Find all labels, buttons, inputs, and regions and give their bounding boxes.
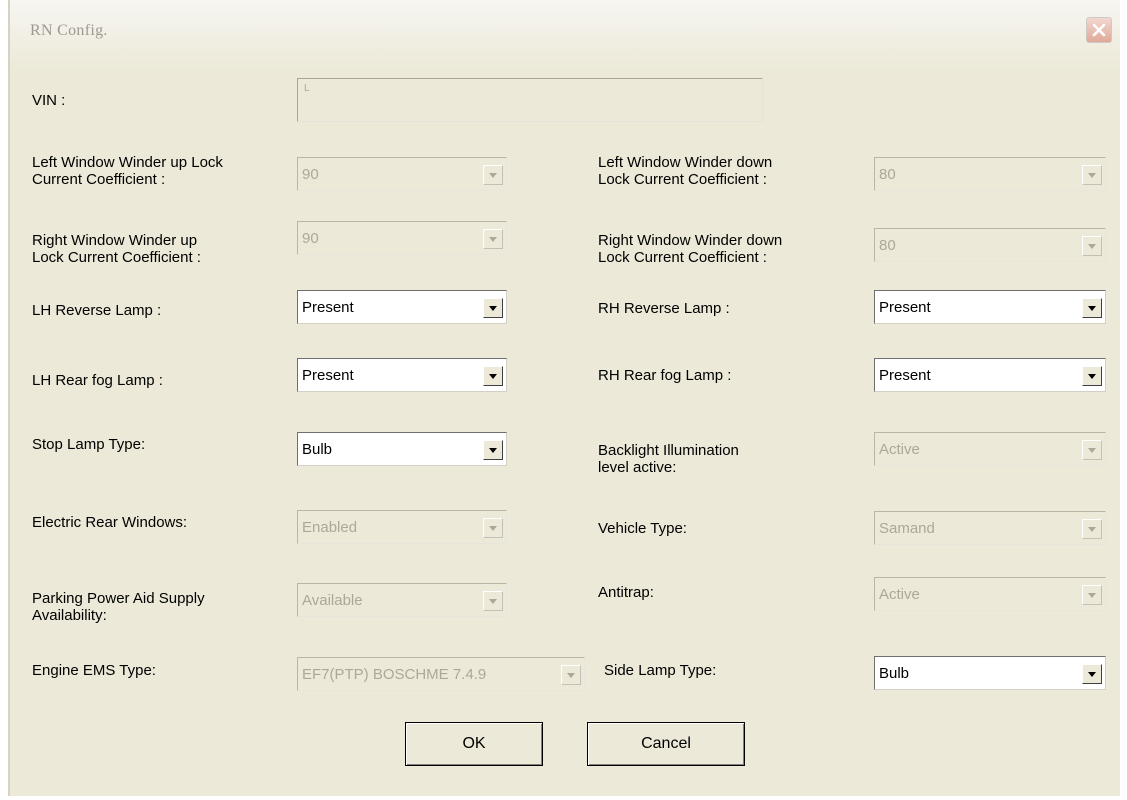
lh-up-lock-value: 90 (302, 166, 319, 183)
chevron-down-icon[interactable] (483, 298, 503, 318)
window-title: RN Config. (30, 22, 108, 39)
antitrap-select[interactable]: Active (874, 577, 1106, 611)
rh-down-lock-value: 80 (879, 237, 896, 254)
lh-up-lock-label: Left Window Winder up Lock Current Coeff… (32, 154, 223, 188)
chevron-down-icon[interactable] (1082, 165, 1102, 185)
parking-power-aid-select[interactable]: Available (297, 583, 507, 617)
chevron-down-icon[interactable] (483, 440, 503, 460)
electric-rear-windows-select[interactable]: Enabled (297, 510, 507, 544)
side-lamp-type-label: Side Lamp Type: (604, 662, 717, 679)
lh-down-lock-select[interactable]: 80 (874, 157, 1106, 191)
rh-rear-fog-lamp-select[interactable]: Present (874, 358, 1106, 392)
lh-reverse-lamp-select[interactable]: Present (297, 290, 507, 324)
vin-field[interactable]: L (297, 78, 763, 122)
side-lamp-type-value: Bulb (879, 665, 910, 682)
vin-label: VIN : (32, 92, 66, 109)
chevron-down-icon[interactable] (1082, 519, 1102, 539)
rh-up-lock-label: Right Window Winder up Lock Current Coef… (32, 232, 201, 266)
chevron-down-icon[interactable] (483, 229, 503, 249)
ok-button[interactable]: OK (405, 722, 543, 766)
antitrap-label: Antitrap: (598, 584, 654, 601)
lh-reverse-lamp-label: LH Reverse Lamp : (32, 302, 162, 319)
rh-reverse-lamp-value: Present (879, 299, 931, 316)
rn-config-dialog: RN Config. VIN : L Left Window Winder up… (8, 0, 1120, 796)
rh-up-lock-select[interactable]: 90 (297, 221, 507, 255)
engine-ems-type-label: Engine EMS Type: (32, 662, 156, 679)
vehicle-type-select[interactable]: Samand (874, 511, 1106, 545)
title-bar: RN Config. (10, 0, 1120, 70)
rh-down-lock-select[interactable]: 80 (874, 228, 1106, 262)
lh-down-lock-label: Left Window Winder down Lock Current Coe… (598, 154, 773, 188)
electric-rear-windows-value: Enabled (302, 519, 358, 536)
chevron-down-icon[interactable] (1082, 298, 1102, 318)
electric-rear-windows-label: Electric Rear Windows: (32, 514, 188, 531)
stop-lamp-type-select[interactable]: Bulb (297, 432, 507, 466)
lh-rear-fog-lamp-select[interactable]: Present (297, 358, 507, 392)
chevron-down-icon[interactable] (1082, 366, 1102, 386)
rh-up-lock-value: 90 (302, 230, 319, 247)
vin-value: L (304, 83, 310, 94)
backlight-illumination-value: Active (879, 441, 920, 458)
chevron-down-icon[interactable] (1082, 585, 1102, 605)
engine-ems-type-value: EF7(PTP) BOSCHME 7.4.9 (302, 666, 487, 683)
chevron-down-icon[interactable] (1082, 440, 1102, 460)
chevron-down-icon[interactable] (561, 665, 581, 685)
side-lamp-type-select[interactable]: Bulb (874, 656, 1106, 690)
chevron-down-icon[interactable] (483, 165, 503, 185)
chevron-down-icon[interactable] (483, 591, 503, 611)
rh-rear-fog-lamp-label: RH Rear fog Lamp : (598, 367, 732, 384)
stop-lamp-type-value: Bulb (302, 441, 333, 458)
vehicle-type-value: Samand (879, 520, 935, 537)
close-icon (1092, 23, 1106, 37)
antitrap-value: Active (879, 586, 920, 603)
lh-reverse-lamp-value: Present (302, 299, 354, 316)
rh-rear-fog-lamp-value: Present (879, 367, 931, 384)
cancel-button[interactable]: Cancel (587, 722, 745, 766)
rh-down-lock-label: Right Window Winder down Lock Current Co… (598, 232, 783, 266)
rh-reverse-lamp-label: RH Reverse Lamp : (598, 300, 730, 317)
chevron-down-icon[interactable] (1082, 664, 1102, 684)
backlight-illumination-select[interactable]: Active (874, 432, 1106, 466)
parking-power-aid-value: Available (302, 592, 363, 609)
chevron-down-icon[interactable] (483, 518, 503, 538)
chevron-down-icon[interactable] (483, 366, 503, 386)
close-button[interactable] (1086, 17, 1112, 43)
engine-ems-type-select[interactable]: EF7(PTP) BOSCHME 7.4.9 (297, 657, 585, 691)
backlight-illumination-label: Backlight Illumination level active: (598, 442, 739, 476)
chevron-down-icon[interactable] (1082, 236, 1102, 256)
lh-down-lock-value: 80 (879, 166, 896, 183)
parking-power-aid-label: Parking Power Aid Supply Availability: (32, 590, 205, 624)
lh-rear-fog-lamp-value: Present (302, 367, 354, 384)
lh-rear-fog-lamp-label: LH Rear fog Lamp : (32, 372, 163, 389)
vehicle-type-label: Vehicle Type: (598, 520, 687, 537)
lh-up-lock-select[interactable]: 90 (297, 157, 507, 191)
rh-reverse-lamp-select[interactable]: Present (874, 290, 1106, 324)
stop-lamp-type-label: Stop Lamp Type: (32, 436, 146, 453)
